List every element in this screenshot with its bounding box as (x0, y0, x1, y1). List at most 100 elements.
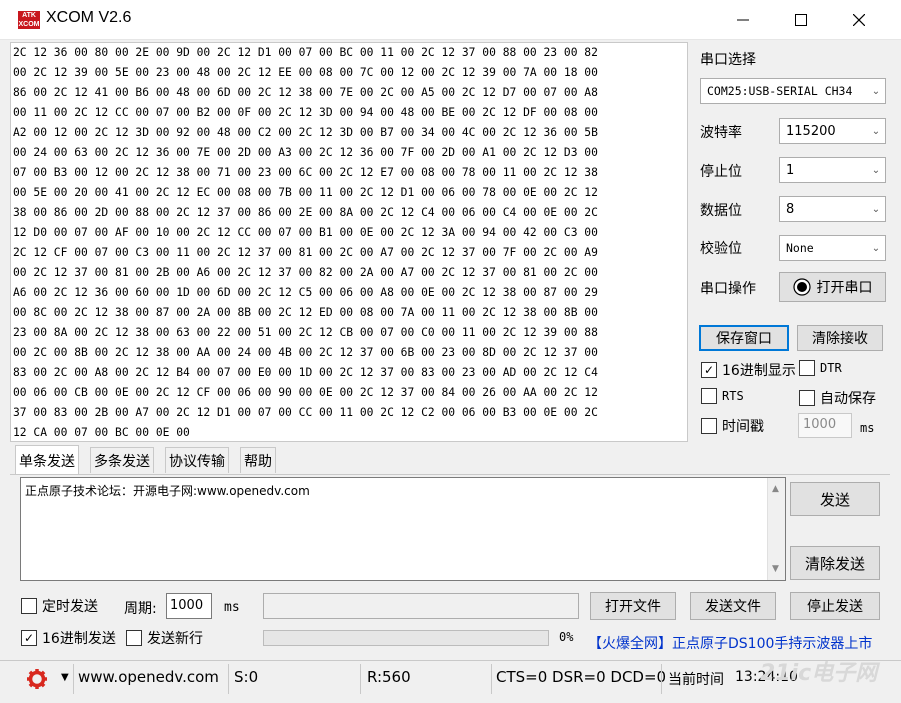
auto-save-label: 自动保存 (820, 391, 876, 407)
caret-down-icon[interactable]: ▼ (61, 672, 69, 683)
send-text: 正点原子技术论坛：开源电子网:www.openedv.com (25, 484, 310, 498)
stop-bits-select[interactable]: 1 ⌄ (779, 157, 886, 183)
chevron-down-icon: ⌄ (871, 164, 881, 176)
status-separator (360, 664, 361, 694)
minimize-button[interactable] (714, 0, 772, 40)
title-bar[interactable]: ATK XCOM XCOM V2.6 (0, 0, 901, 40)
status-separator (491, 664, 492, 694)
receive-line: 86 00 2C 12 41 00 B6 00 48 00 6D 00 2C 1… (13, 86, 598, 99)
auto-save-option[interactable]: 自动保存 (799, 388, 876, 408)
open-file-button[interactable]: 打开文件 (590, 592, 676, 620)
send-file-button[interactable]: 发送文件 (690, 592, 776, 620)
receive-line: 12 CA 00 07 00 BC 00 0E 00 (13, 426, 190, 439)
baud-select[interactable]: 115200 ⌄ (779, 118, 886, 144)
clear-receive-button[interactable]: 清除接收 (797, 325, 883, 351)
hex-send-option[interactable]: ✓ 16进制发送 (21, 628, 116, 648)
receive-line: 00 2C 12 39 00 5E 00 23 00 48 00 2C 12 E… (13, 66, 598, 79)
timestamp-label: 时间戳 (722, 419, 764, 435)
data-bits-value: 8 (786, 201, 795, 217)
watermark: 21ic电子网 (760, 661, 878, 686)
status-sent-count: S:0 (234, 668, 259, 686)
file-path-input[interactable] (263, 593, 579, 619)
period-input[interactable]: 1000 (166, 593, 212, 619)
rts-checkbox[interactable] (701, 388, 717, 404)
hex-send-label: 16进制发送 (42, 631, 116, 647)
parity-select[interactable]: None ⌄ (779, 235, 886, 261)
receive-line: 00 5E 00 20 00 41 00 2C 12 EC 00 08 00 7… (13, 186, 598, 199)
data-bits-label: 数据位 (700, 203, 742, 219)
minimize-icon (737, 19, 749, 21)
hex-display-label: 16进制显示 (722, 363, 796, 379)
status-lines: CTS=0 DSR=0 DCD=0 (496, 668, 667, 686)
receive-line: 00 2C 12 37 00 81 00 2B 00 A6 00 2C 12 3… (13, 266, 598, 279)
period-ms-label: ms (224, 600, 240, 615)
port-select[interactable]: COM25:USB-SERIAL CH34 ⌄ (700, 78, 886, 104)
status-separator (73, 664, 74, 694)
tab-multi-send[interactable]: 多条发送 (90, 447, 154, 473)
tab-single-send[interactable]: 单条发送 (15, 445, 79, 475)
status-time-label: 当前时间 (668, 672, 724, 688)
close-button[interactable] (830, 0, 888, 40)
timestamp-checkbox[interactable] (701, 418, 717, 434)
send-progress-bar (263, 630, 549, 646)
parity-value: None (786, 241, 814, 255)
save-window-button[interactable]: 保存窗口 (699, 325, 789, 351)
port-label: 串口选择 (700, 52, 756, 68)
hex-send-checkbox[interactable]: ✓ (21, 630, 37, 646)
timed-send-checkbox[interactable] (21, 598, 37, 614)
timestamp-option[interactable]: 时间戳 (701, 416, 764, 436)
app-logo-icon: ATK XCOM (18, 11, 40, 29)
port-op-label: 串口操作 (700, 281, 756, 297)
status-separator (228, 664, 229, 694)
clear-send-button[interactable]: 清除发送 (790, 546, 880, 580)
chevron-down-icon: ⌄ (871, 203, 881, 215)
receive-line: 12 D0 00 07 00 AF 00 10 00 2C 12 CC 00 0… (13, 226, 598, 239)
receive-line: 37 00 83 00 2B 00 A7 00 2C 12 D1 00 07 0… (13, 406, 598, 419)
close-icon (853, 14, 865, 26)
status-website[interactable]: www.openedv.com (78, 668, 219, 686)
status-separator (661, 664, 662, 694)
send-newline-option[interactable]: 发送新行 (126, 628, 203, 648)
dtr-label: DTR (820, 361, 842, 375)
receive-line: 00 2C 00 8B 00 2C 12 38 00 AA 00 24 00 4… (13, 346, 598, 359)
tab-help[interactable]: 帮助 (240, 447, 276, 473)
parity-label: 校验位 (700, 241, 742, 257)
window-title: XCOM V2.6 (46, 9, 132, 26)
ad-link[interactable]: 【火爆全网】正点原子DS100手持示波器上市 (588, 633, 872, 653)
scroll-down-icon[interactable]: ▼ (772, 564, 779, 574)
receive-line: 2C 12 36 00 80 00 2E 00 9D 00 2C 12 D1 0… (13, 46, 598, 59)
gear-icon[interactable] (26, 668, 48, 690)
dtr-checkbox[interactable] (799, 360, 815, 376)
receive-area[interactable]: 2C 12 36 00 80 00 2E 00 9D 00 2C 12 D1 0… (10, 42, 688, 442)
stop-send-button[interactable]: 停止发送 (790, 592, 880, 620)
timestamp-input[interactable]: 1000 (798, 413, 852, 438)
send-newline-checkbox[interactable] (126, 630, 142, 646)
open-port-label: 打开串口 (816, 280, 873, 296)
chevron-down-icon: ⌄ (871, 125, 881, 137)
maximize-button[interactable] (772, 0, 830, 40)
stop-bits-value: 1 (786, 162, 795, 178)
open-port-button[interactable]: 打开串口 (779, 272, 886, 302)
send-scrollbar[interactable]: ▲ ▼ (767, 478, 785, 580)
receive-line: 23 00 8A 00 2C 12 38 00 63 00 22 00 51 0… (13, 326, 598, 339)
rts-option[interactable]: RTS (701, 388, 744, 404)
receive-line: 07 00 B3 00 12 00 2C 12 38 00 71 00 23 0… (13, 166, 598, 179)
tab-protocol[interactable]: 协议传输 (165, 447, 229, 473)
scroll-up-icon[interactable]: ▲ (772, 484, 779, 494)
send-input[interactable]: 正点原子技术论坛：开源电子网:www.openedv.com ▲ ▼ (20, 477, 786, 581)
dtr-option[interactable]: DTR (799, 360, 842, 376)
send-button[interactable]: 发送 (790, 482, 880, 516)
send-newline-label: 发送新行 (147, 631, 203, 647)
stop-bits-label: 停止位 (700, 164, 742, 180)
auto-save-checkbox[interactable] (799, 390, 815, 406)
hex-display-checkbox[interactable]: ✓ (701, 362, 717, 378)
port-value: COM25:USB-SERIAL CH34 (707, 84, 853, 98)
power-indicator-icon (792, 278, 811, 296)
timed-send-option[interactable]: 定时发送 (21, 596, 98, 616)
data-bits-select[interactable]: 8 ⌄ (779, 196, 886, 222)
send-progress-label: 0% (559, 630, 574, 644)
timestamp-ms-label: ms (860, 421, 875, 435)
timed-send-label: 定时发送 (42, 599, 98, 615)
receive-line: 00 11 00 2C 12 CC 00 07 00 B2 00 0F 00 2… (13, 106, 598, 119)
hex-display-option[interactable]: ✓ 16进制显示 (701, 360, 796, 380)
